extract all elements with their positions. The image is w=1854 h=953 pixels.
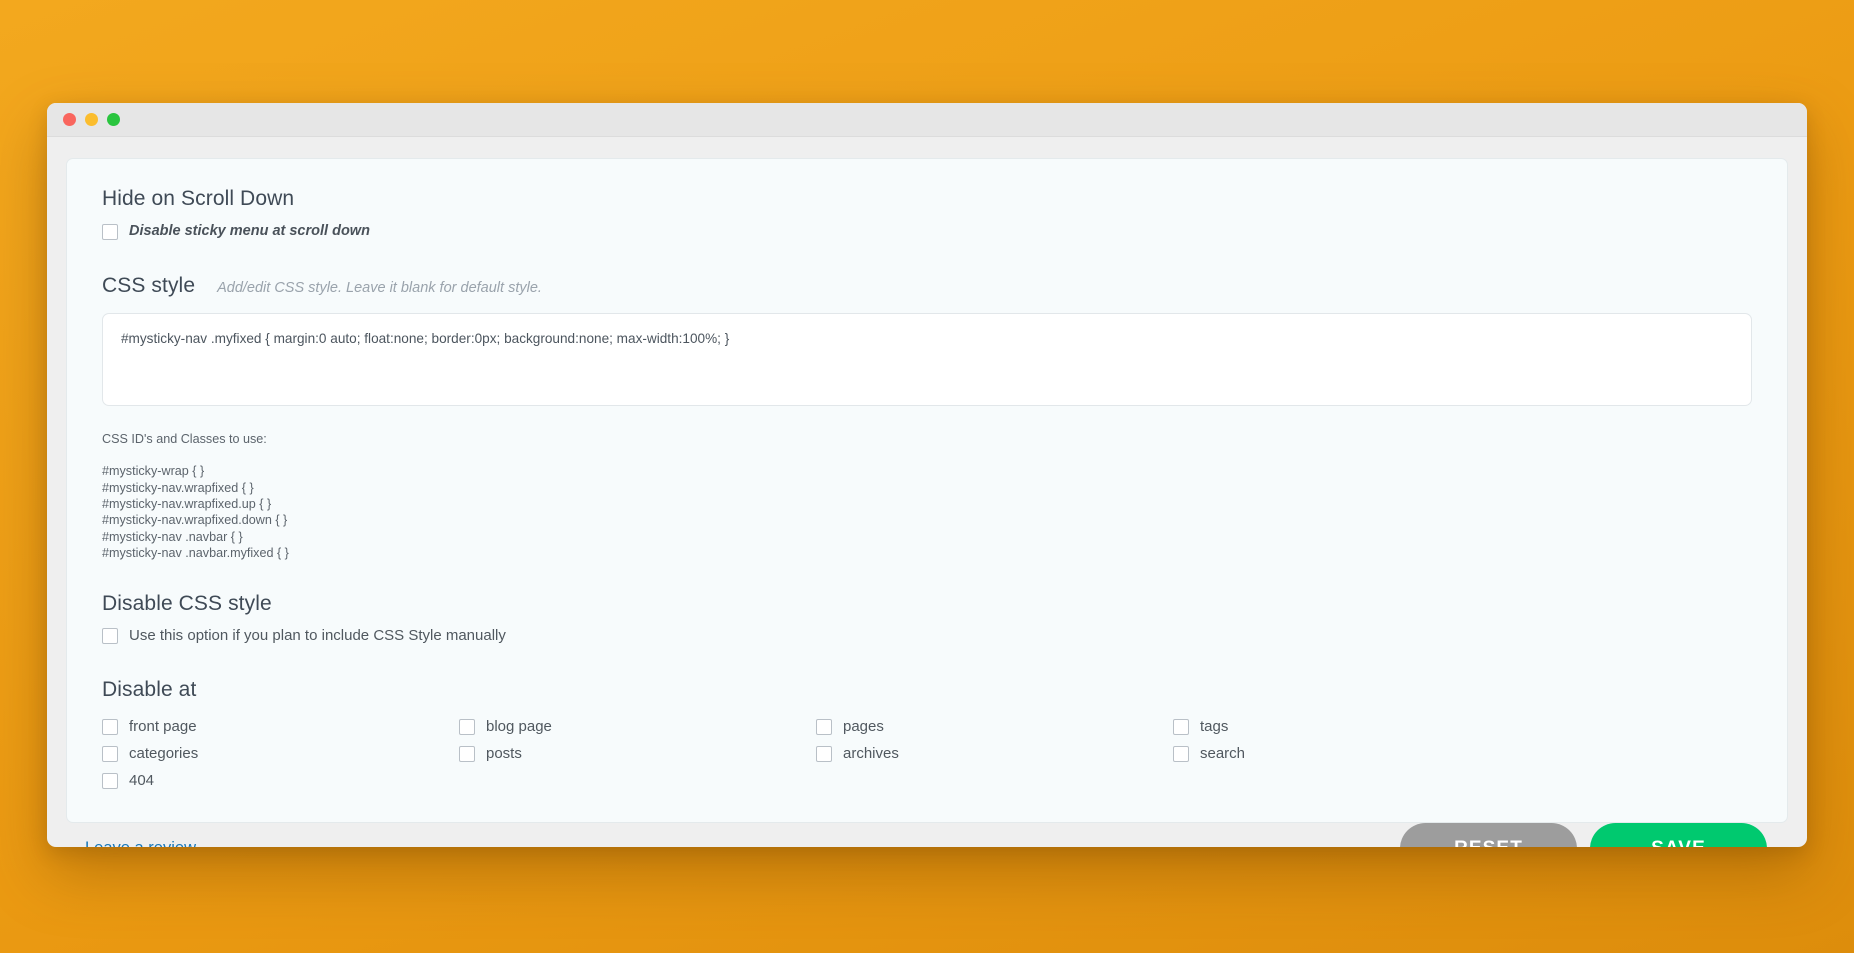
disable-at-label-front-page: front page — [129, 717, 197, 735]
css-id-line: #mysticky-nav.wrapfixed { } — [102, 480, 254, 495]
disable-at-option-blog-page[interactable]: blog page — [459, 715, 816, 738]
settings-panel: Hide on Scroll Down Disable sticky menu … — [66, 158, 1788, 824]
disable-at-checkbox-search[interactable] — [1173, 745, 1189, 762]
disable-at-checkbox-front-page[interactable] — [102, 718, 118, 735]
css-style-section: CSS style Add/edit CSS style. Leave it b… — [102, 274, 1752, 411]
hide-on-scroll-section: Hide on Scroll Down Disable sticky menu … — [102, 187, 1752, 240]
disable-sticky-menu-label: Disable sticky menu at scroll down — [129, 223, 370, 239]
disable-at-option-tags[interactable]: tags — [1173, 715, 1752, 738]
disable-at-option-categories[interactable]: categories — [102, 742, 459, 765]
disable-sticky-menu-row[interactable]: Disable sticky menu at scroll down — [102, 223, 1752, 240]
reset-button[interactable]: RESET — [1400, 823, 1577, 847]
disable-at-label-categories: categories — [129, 744, 199, 762]
disable-at-checkbox-404[interactable] — [102, 772, 118, 789]
css-ids-reference: CSS ID's and Classes to use: #mysticky-w… — [102, 432, 1752, 561]
disable-at-label-posts: posts — [486, 744, 522, 762]
close-button-icon[interactable] — [63, 113, 76, 126]
disable-at-checkbox-pages[interactable] — [816, 718, 832, 735]
disable-at-label-blog-page: blog page — [486, 717, 552, 735]
window-titlebar — [47, 103, 1807, 137]
disable-at-label-pages: pages — [843, 717, 884, 735]
disable-css-style-checkbox[interactable] — [102, 628, 118, 645]
hide-on-scroll-title: Hide on Scroll Down — [102, 187, 295, 210]
css-id-line: #mysticky-nav.wrapfixed.up { } — [102, 496, 272, 511]
save-button[interactable]: SAVE — [1590, 823, 1767, 847]
disable-at-label-archives: archives — [843, 744, 899, 762]
leave-a-review-link[interactable]: Leave a review — [85, 839, 196, 847]
footer-buttons: RESET SAVE — [1400, 823, 1767, 847]
disable-at-option-front-page[interactable]: front page — [102, 715, 459, 738]
disable-sticky-menu-checkbox[interactable] — [102, 223, 118, 240]
css-style-hint: Add/edit CSS style. Leave it blank for d… — [217, 280, 542, 297]
disable-at-checkbox-categories[interactable] — [102, 745, 118, 762]
disable-at-option-search[interactable]: search — [1173, 742, 1752, 765]
maximize-button-icon[interactable] — [107, 113, 120, 126]
minimize-button-icon[interactable] — [85, 113, 98, 126]
window-body: Hide on Scroll Down Disable sticky menu … — [47, 137, 1807, 847]
disable-at-checkbox-posts[interactable] — [459, 745, 475, 762]
disable-at-option-posts[interactable]: posts — [459, 742, 816, 765]
css-style-textarea[interactable] — [102, 313, 1752, 407]
disable-at-checkbox-blog-page[interactable] — [459, 718, 475, 735]
disable-at-option-404[interactable]: 404 — [102, 769, 459, 792]
disable-at-option-archives[interactable]: archives — [816, 742, 1173, 765]
disable-at-checkbox-archives[interactable] — [816, 745, 832, 762]
disable-css-style-row[interactable]: Use this option if you plan to include C… — [102, 627, 1752, 645]
disable-at-title: Disable at — [102, 678, 197, 702]
disable-css-style-label: Use this option if you plan to include C… — [129, 627, 506, 645]
css-id-line: #mysticky-nav.wrapfixed.down { } — [102, 513, 288, 528]
css-style-header: CSS style Add/edit CSS style. Leave it b… — [102, 274, 1752, 298]
disable-at-label-404: 404 — [129, 771, 155, 789]
css-ids-caption: CSS ID's and Classes to use: — [102, 432, 267, 447]
disable-at-checkbox-tags[interactable] — [1173, 718, 1189, 735]
disable-at-label-tags: tags — [1200, 717, 1229, 735]
disable-at-grid: front page blog page pages tags categori… — [102, 715, 1752, 792]
css-style-title: CSS style — [102, 274, 196, 298]
css-id-line: #mysticky-wrap { } — [102, 464, 205, 479]
css-id-line: #mysticky-nav .navbar.myfixed { } — [102, 545, 289, 560]
window-footer: Leave a review RESET SAVE — [66, 823, 1788, 847]
disable-at-label-search: search — [1200, 744, 1246, 762]
css-id-line: #mysticky-nav .navbar { } — [102, 529, 243, 544]
disable-at-option-pages[interactable]: pages — [816, 715, 1173, 738]
disable-at-section: Disable at front page blog page pages ta… — [102, 678, 1752, 792]
disable-css-style-title: Disable CSS style — [102, 592, 272, 616]
app-window: Hide on Scroll Down Disable sticky menu … — [47, 103, 1807, 847]
disable-css-style-section: Disable CSS style Use this option if you… — [102, 592, 1752, 645]
